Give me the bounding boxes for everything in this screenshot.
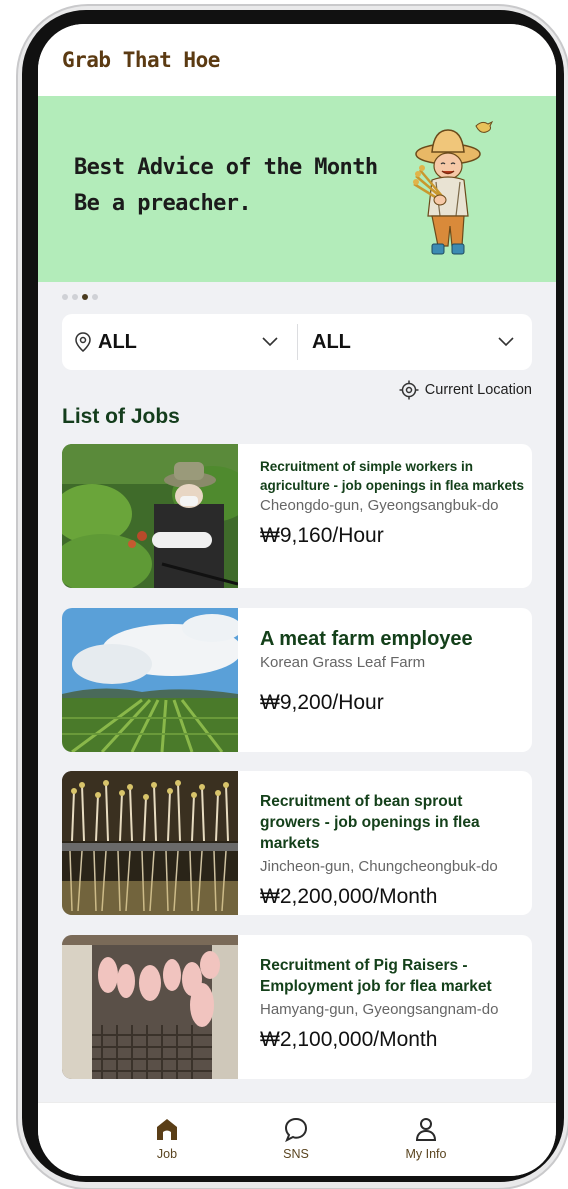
- promo-banner[interactable]: Best Advice of the Month Be a preacher.: [38, 96, 556, 282]
- chevron-down-icon: [262, 337, 278, 347]
- job-title: Recruitment of Pig Raisers - Employment …: [260, 957, 492, 995]
- location-pin-icon: [75, 332, 91, 352]
- chat-bubble-icon: [284, 1117, 308, 1143]
- job-card[interactable]: Recruitment of simple workers in agricul…: [62, 444, 532, 588]
- page-indicator-dot[interactable]: [62, 294, 68, 300]
- bottom-navigation: Job SNS My Info: [38, 1102, 556, 1176]
- banner-text: Best Advice of the Month Be a preacher.: [74, 150, 378, 222]
- job-title: Recruitment of simple workers in agricul…: [260, 459, 525, 493]
- nav-item-sns[interactable]: SNS: [256, 1115, 336, 1161]
- job-card[interactable]: Recruitment of bean sprout growers - job…: [62, 771, 532, 915]
- category-filter-dropdown[interactable]: ALL: [298, 314, 532, 370]
- app-title: Grab That Hoe: [62, 48, 220, 72]
- job-location: Jincheon-gun, Chungcheongbuk-do: [260, 858, 498, 875]
- home-icon: [157, 1119, 177, 1140]
- job-pay: ₩2,200,000/Month: [260, 885, 438, 908]
- crosshair-icon: [399, 380, 419, 400]
- nav-label-sns: SNS: [283, 1147, 309, 1161]
- section-title: List of Jobs: [62, 405, 180, 428]
- job-location: Hamyang-gun, Gyeongsangnam-do: [260, 1001, 499, 1018]
- job-title: A meat farm employee: [260, 628, 473, 650]
- job-pay: ₩9,200/Hour: [260, 691, 384, 714]
- chevron-down-icon: [498, 337, 514, 347]
- banner-line-1: Best Advice of the Month: [74, 155, 378, 180]
- region-filter-dropdown[interactable]: ALL: [62, 314, 298, 370]
- job-thumbnail-image: [62, 608, 238, 752]
- banner-page-indicator[interactable]: [62, 294, 98, 300]
- job-thumbnail-image: [62, 444, 238, 588]
- current-location-label: Current Location: [424, 382, 532, 398]
- job-thumbnail-image: [62, 771, 238, 915]
- nav-label-job: Job: [156, 1147, 178, 1161]
- job-card[interactable]: A meat farm employee Korean Grass Leaf F…: [62, 608, 532, 752]
- nav-item-my-info[interactable]: My Info: [386, 1115, 466, 1161]
- job-pay: ₩9,160/Hour: [260, 524, 384, 547]
- page-indicator-dot[interactable]: [82, 294, 88, 300]
- job-info: Recruitment of Pig Raisers - Employment …: [260, 935, 526, 1079]
- farmer-illustration: [413, 120, 494, 255]
- page-indicator-dot[interactable]: [72, 294, 78, 300]
- user-icon: [415, 1118, 437, 1141]
- app-screen: Grab That Hoe Best Advice of the Month B…: [38, 24, 556, 1176]
- job-info: A meat farm employee Korean Grass Leaf F…: [260, 608, 526, 752]
- job-pay: ₩2,100,000/Month: [260, 1028, 438, 1051]
- job-info: Recruitment of bean sprout growers - job…: [260, 771, 526, 915]
- job-title: Recruitment of bean sprout growers - job…: [260, 793, 480, 852]
- job-card[interactable]: Recruitment of Pig Raisers - Employment …: [62, 935, 532, 1079]
- job-thumbnail-image: [62, 935, 238, 1079]
- filter-bar: ALL ALL: [62, 314, 532, 370]
- nav-label-my-info: My Info: [405, 1147, 447, 1161]
- region-filter-value: ALL: [98, 331, 137, 353]
- banner-line-2: Be a preacher.: [74, 191, 252, 216]
- job-location: Cheongdo-gun, Gyeongsangbuk-do: [260, 497, 499, 514]
- page-indicator-dot[interactable]: [92, 294, 98, 300]
- current-location-button[interactable]: Current Location: [399, 380, 532, 400]
- job-location: Korean Grass Leaf Farm: [260, 654, 426, 671]
- app-header: Grab That Hoe: [38, 24, 556, 96]
- nav-item-job[interactable]: Job: [127, 1115, 207, 1161]
- job-info: Recruitment of simple workers in agricul…: [260, 444, 526, 588]
- category-filter-value: ALL: [312, 331, 351, 353]
